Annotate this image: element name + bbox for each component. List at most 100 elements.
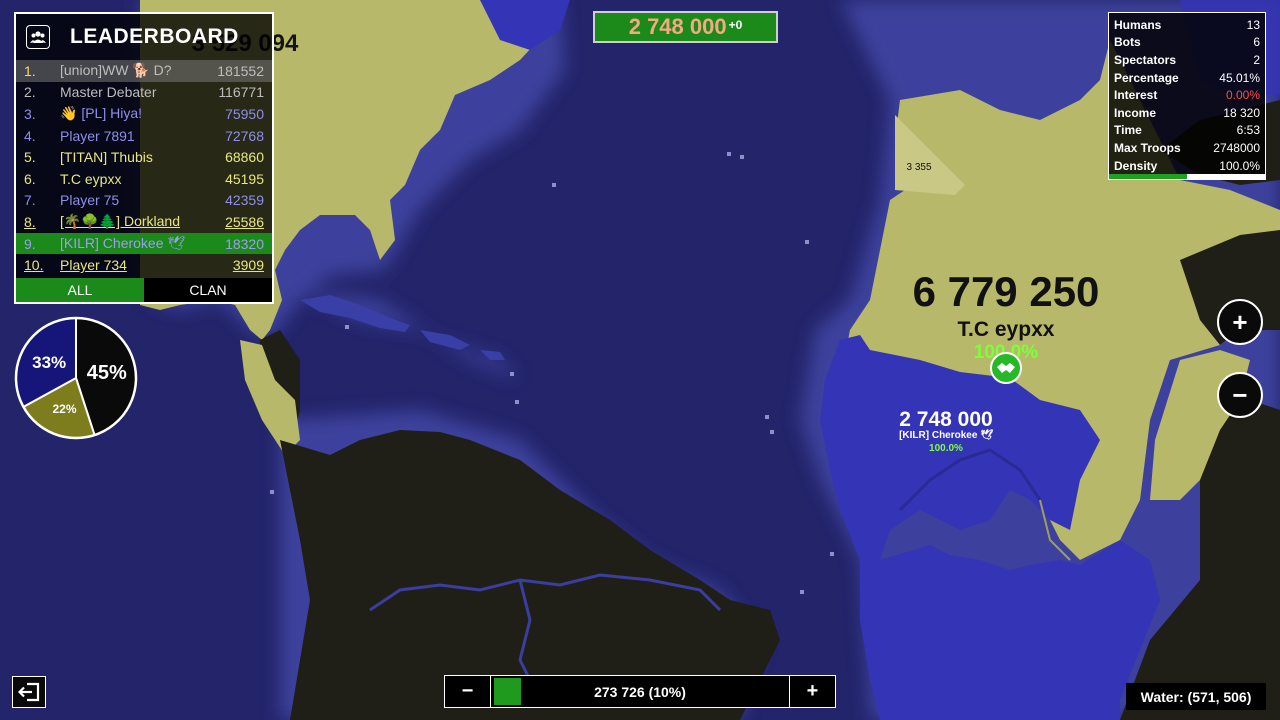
leaderboard-panel: LEADERBOARD 1. [union]WW 🐕 D? 181552 2. Mast… bbox=[14, 12, 274, 304]
stat-value: 18 320 bbox=[1223, 105, 1260, 120]
coordinate-readout: Water: (571, 506) bbox=[1126, 683, 1266, 710]
stat-row: Time 6:53 bbox=[1114, 122, 1260, 140]
decrease-ratio-button[interactable]: − bbox=[445, 676, 491, 707]
stats-list: Humans 13 Bots 6 Spectators 2 Percentage 45.01%… bbox=[1114, 16, 1260, 174]
leaderboard-rank: 3. bbox=[24, 105, 36, 122]
team-icon bbox=[26, 25, 50, 49]
leaderboard-row[interactable]: 5. [TITAN] Thubis 68860 bbox=[16, 146, 272, 168]
leaderboard-row[interactable]: 9. [KILR] Cherokee 🕊 18320 bbox=[16, 232, 272, 255]
player-troop-count: 6 779 250 bbox=[912, 268, 1100, 315]
leaderboard-score: 72768 bbox=[225, 127, 264, 144]
leaderboard-name: Player 734 bbox=[60, 257, 127, 274]
exit-button[interactable] bbox=[12, 676, 46, 708]
leaderboard-name: [🌴🌳🌲] Dorkland bbox=[60, 213, 180, 230]
enemy-name-label: [KILR] Cherokee 🕊 bbox=[899, 430, 993, 441]
stat-row: Income 18 320 bbox=[1114, 104, 1260, 122]
leaderboard-header: LEADERBOARD bbox=[16, 14, 272, 60]
attack-ratio-bar: − 273 726 (10%) + bbox=[444, 675, 836, 708]
leaderboard-rank: 6. bbox=[24, 170, 36, 187]
leaderboard-name: Player 7891 bbox=[60, 127, 135, 144]
stat-row: Percentage 45.01% bbox=[1114, 69, 1260, 87]
stat-label: Time bbox=[1114, 123, 1142, 138]
territory-pie-chart: 45% 22% 33% bbox=[14, 316, 138, 440]
tab-clan[interactable]: CLAN bbox=[144, 277, 272, 302]
stats-panel: Humans 13 Bots 6 Spectators 2 Percentage 45.01%… bbox=[1108, 12, 1266, 180]
zoom-out-button[interactable]: − bbox=[1217, 372, 1263, 418]
leaderboard-name: [union]WW 🐕 D? bbox=[60, 62, 172, 79]
leaderboard-name: [KILR] Cherokee 🕊 bbox=[60, 235, 186, 252]
small-territory-label: 3 355 bbox=[906, 162, 932, 173]
leaderboard-rank: 7. bbox=[24, 192, 36, 209]
pie-label: 22% bbox=[52, 402, 76, 416]
leaderboard-rank: 4. bbox=[24, 127, 36, 144]
stat-value: 6 bbox=[1253, 35, 1260, 50]
stat-row: Interest 0.00% bbox=[1114, 86, 1260, 104]
stat-value: 13 bbox=[1246, 17, 1260, 32]
stat-value: 45.01% bbox=[1219, 70, 1260, 85]
troop-counter-value: 2 748 000 bbox=[628, 14, 727, 39]
leaderboard-name: Player 75 bbox=[60, 192, 120, 209]
handshake-icon[interactable] bbox=[990, 352, 1022, 384]
leaderboard-name: [TITAN] Thubis bbox=[60, 149, 153, 166]
stat-row: Spectators 2 bbox=[1114, 51, 1260, 69]
player-name-label: T.C eypxx bbox=[957, 318, 1055, 341]
pie-label: 45% bbox=[87, 362, 127, 384]
stat-value: 2 bbox=[1253, 52, 1260, 67]
troop-counter: 2 748 000 +0 bbox=[593, 11, 778, 43]
stat-label: Interest bbox=[1114, 88, 1158, 103]
leaderboard-score: 75950 bbox=[225, 105, 264, 122]
leaderboard-score: 3909 bbox=[232, 257, 264, 274]
leaderboard-rank: 2. bbox=[24, 84, 36, 101]
attack-ratio-slider[interactable]: 273 726 (10%) bbox=[491, 676, 789, 707]
zoom-in-button[interactable]: + bbox=[1217, 299, 1263, 345]
stat-value: 6:53 bbox=[1236, 123, 1260, 138]
stat-value: 100.0% bbox=[1219, 158, 1260, 173]
leaderboard-rank: 9. bbox=[24, 235, 36, 252]
leaderboard-score: 45195 bbox=[225, 170, 264, 187]
leaderboard-row[interactable]: 3. 👋 [PL] Hiya! 75950 bbox=[16, 103, 272, 125]
leaderboard-row[interactable]: 6. T.C eypxx 45195 bbox=[16, 168, 272, 190]
attack-ratio-fill bbox=[494, 678, 521, 705]
leaderboard-rank: 8. bbox=[24, 213, 36, 230]
stat-row: Density 100.0% bbox=[1114, 157, 1260, 175]
leaderboard-score: 68860 bbox=[225, 149, 264, 166]
stat-label: Income bbox=[1114, 105, 1157, 120]
leaderboard-score: 42359 bbox=[225, 192, 264, 209]
leaderboard-row[interactable]: 10. Player 734 3909 bbox=[16, 254, 272, 276]
enemy-density-label: 100.0% bbox=[929, 443, 963, 454]
leaderboard-title: LEADERBOARD bbox=[70, 25, 239, 48]
attack-ratio-text: 273 726 (10%) bbox=[594, 683, 686, 700]
stat-row: Humans 13 bbox=[1114, 16, 1260, 34]
stat-row: Max Troops 2748000 bbox=[1114, 139, 1260, 157]
density-bar-fill bbox=[1109, 174, 1187, 179]
leaderboard-row[interactable]: 1. [union]WW 🐕 D? 181552 bbox=[16, 60, 272, 82]
leaderboard-name: 👋 [PL] Hiya! bbox=[60, 105, 143, 122]
leaderboard-score: 181552 bbox=[217, 62, 264, 79]
leaderboard-score: 18320 bbox=[225, 235, 264, 252]
leaderboard-score: 25586 bbox=[225, 213, 264, 230]
stat-row: Bots 6 bbox=[1114, 34, 1260, 52]
leaderboard-name: T.C eypxx bbox=[60, 170, 122, 187]
troop-counter-delta: +0 bbox=[728, 18, 743, 32]
leaderboard-rank: 10. bbox=[24, 257, 44, 274]
leaderboard-row[interactable]: 7. Player 75 42359 bbox=[16, 190, 272, 212]
stat-label: Max Troops bbox=[1114, 140, 1181, 155]
leaderboard-row[interactable]: 8. [🌴🌳🌲] Dorkland 25586 bbox=[16, 211, 272, 233]
leaderboard-name: Master Debater bbox=[60, 84, 157, 101]
stat-value: 2748000 bbox=[1213, 140, 1260, 155]
tab-all[interactable]: ALL bbox=[16, 277, 144, 302]
stat-label: Humans bbox=[1114, 17, 1162, 32]
stat-label: Density bbox=[1114, 158, 1158, 173]
leaderboard-row[interactable]: 2. Master Debater 116771 bbox=[16, 82, 272, 104]
stat-label: Percentage bbox=[1114, 70, 1179, 85]
density-bar bbox=[1109, 174, 1265, 179]
leaderboard-row[interactable]: 4. Player 7891 72768 bbox=[16, 125, 272, 147]
increase-ratio-button[interactable]: + bbox=[789, 676, 835, 707]
stat-value: 0.00% bbox=[1225, 88, 1260, 103]
pie-label: 33% bbox=[32, 353, 66, 372]
exit-icon bbox=[18, 682, 40, 702]
stat-label: Bots bbox=[1114, 35, 1141, 50]
leaderboard-rank: 1. bbox=[24, 62, 36, 79]
leaderboard-list: 1. [union]WW 🐕 D? 181552 2. Master Debater 11… bbox=[16, 60, 272, 276]
enemy-troop-count: 2 748 000 bbox=[899, 408, 993, 431]
